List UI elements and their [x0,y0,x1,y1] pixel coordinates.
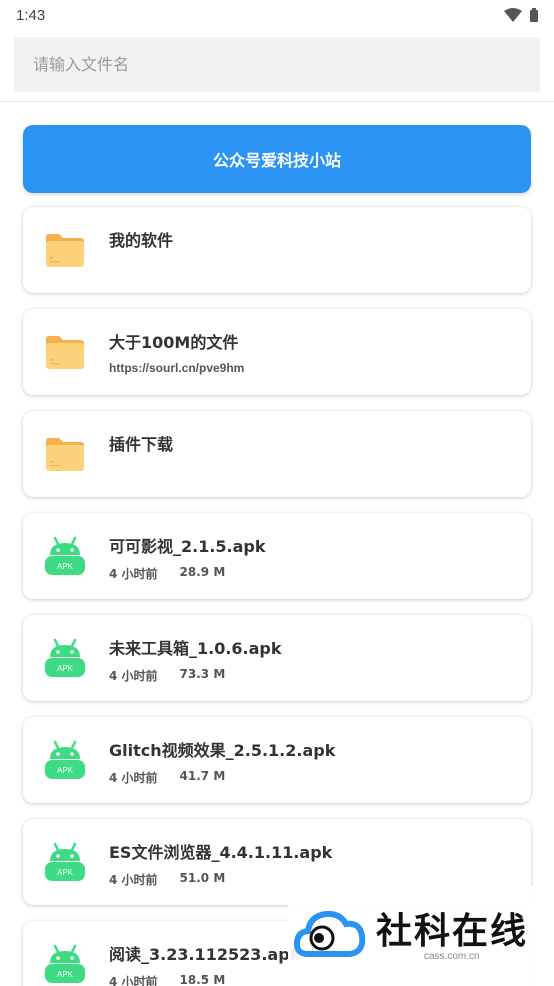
item-size: 41.7 M [179,769,226,783]
file-list: 我的软件 大于100M的文件 https://sourl.cn/pve9hm 插件… [23,207,531,986]
apk-badge-text: APK [57,868,74,877]
android-apk-icon: APK [45,638,85,677]
item-meta: 4 小时前 28.9 M [109,565,225,582]
folder-card[interactable]: 插件下载 [23,411,531,497]
folder-card[interactable]: 大于100M的文件 https://sourl.cn/pve9hm [23,309,531,395]
item-meta: 4 小时前 18.5 M [109,973,225,986]
folder-icon [46,438,84,471]
apk-icon-wrap: APK [44,535,86,577]
apk-icon-wrap: APK [44,637,86,679]
item-title: 未来工具箱_1.0.6.apk [109,639,282,658]
item-meta: 4 小时前 51.0 M [109,871,225,888]
item-title: 插件下载 [109,435,174,454]
file-card[interactable]: APK Glitch视频效果_2.5.1.2.apk 4 小时前 41.7 M [23,717,531,803]
folder-icon [46,336,84,369]
file-card[interactable]: APK 未来工具箱_1.0.6.apk 4 小时前 73.3 M [23,615,531,701]
item-title: 我的软件 [109,231,174,250]
apk-badge-text: APK [57,664,74,673]
banner-button[interactable]: 公众号爱科技小站 [23,125,531,193]
watermark-text: 社科在线 cass.com.cn [376,911,528,962]
item-size: 18.5 M [179,973,226,986]
folder-card[interactable]: 我的软件 [23,207,531,293]
item-title: Glitch视频效果_2.5.1.2.apk [109,741,336,760]
apk-icon-wrap: APK [44,841,86,883]
watermark-title: 社科在线 [376,909,529,952]
search-divider [0,101,554,102]
item-title: 大于100M的文件 [109,333,239,352]
item-time: 4 小时前 [109,873,158,887]
folder-icon-wrap [44,433,86,475]
apk-badge-text: APK [57,562,74,571]
item-time: 4 小时前 [109,669,158,683]
android-apk-icon: APK [45,740,85,779]
item-meta: 4 小时前 73.3 M [109,667,225,684]
item-time: 4 小时前 [109,771,158,785]
apk-badge-text: APK [57,766,74,775]
item-title: 阅读_3.23.112523.apk [109,945,301,964]
item-time: 4 小时前 [109,567,158,581]
android-apk-icon: APK [45,944,85,983]
item-size: 28.9 M [179,565,226,579]
item-subtitle: https://sourl.cn/pve9hm [109,361,245,375]
status-icons [504,8,538,22]
watermark: 社科在线 cass.com.cn [288,886,554,986]
search-input[interactable] [33,55,540,74]
apk-icon-wrap: APK [44,739,86,781]
folder-icon-wrap [44,229,86,271]
item-title: ES文件浏览器_4.4.1.11.apk [109,843,333,862]
status-bar: 1:43 [0,0,554,30]
apk-badge-text: APK [57,970,74,979]
file-card[interactable]: APK 可可影视_2.1.5.apk 4 小时前 28.9 M [23,513,531,599]
android-apk-icon: APK [45,536,85,575]
folder-icon-wrap [44,331,86,373]
status-time: 1:43 [16,6,46,24]
item-size: 51.0 M [179,871,226,885]
watermark-url: cass.com.cn [424,950,480,962]
battery-icon [530,8,538,22]
folder-icon [46,234,84,267]
cloud-eye-logo-icon [294,910,366,957]
android-apk-icon: APK [45,842,85,881]
item-title: 可可影视_2.1.5.apk [109,537,266,556]
item-meta: 4 小时前 41.7 M [109,769,225,786]
search-box[interactable] [14,37,540,92]
wifi-icon [504,8,522,22]
item-time: 4 小时前 [109,975,158,986]
item-size: 73.3 M [179,667,226,681]
apk-icon-wrap: APK [44,943,86,985]
